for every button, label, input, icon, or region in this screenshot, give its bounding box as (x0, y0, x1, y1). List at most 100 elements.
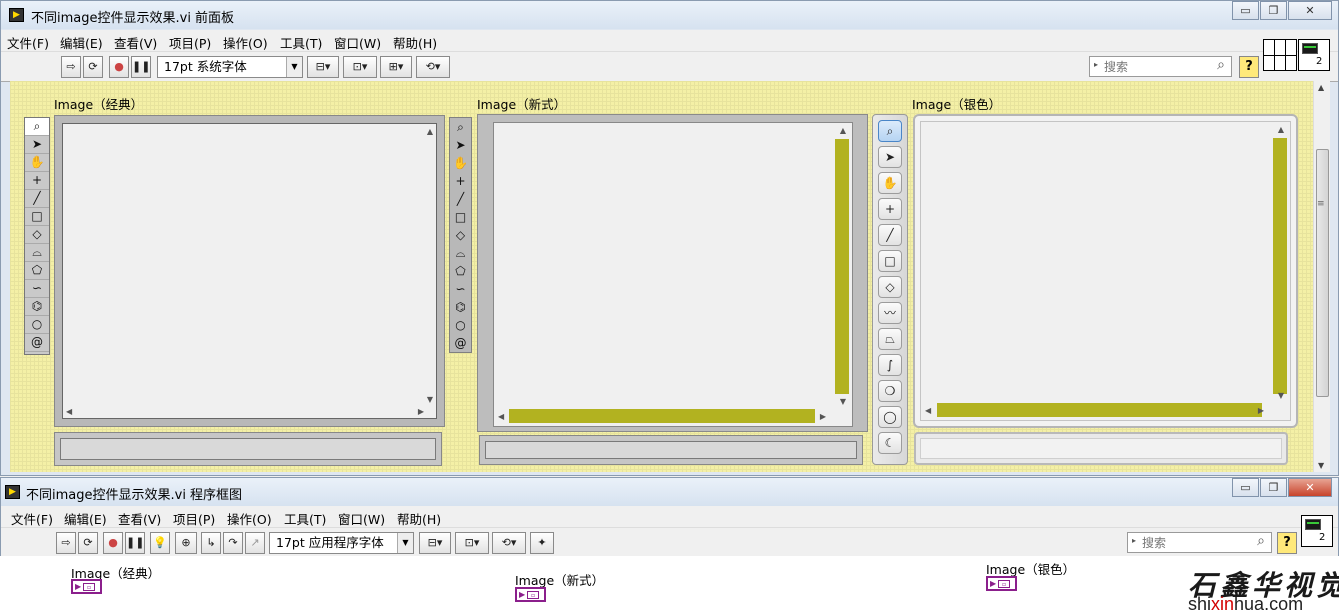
pause-icon[interactable]: ❚❚ (131, 56, 151, 78)
polyline-icon[interactable]: 〰 (878, 302, 902, 324)
pointer-icon[interactable]: ➤ (25, 136, 49, 154)
freehand-line-icon[interactable]: ∫ (878, 354, 902, 376)
search-box[interactable]: ▸ ⌕ (1089, 56, 1232, 77)
pan-hand-icon[interactable]: ✋ (25, 154, 49, 172)
scroll-right-icon[interactable]: ▶ (1258, 406, 1264, 415)
pan-hand-icon[interactable]: ✋ (450, 154, 471, 172)
front-panel-vertical-scrollbar[interactable]: ▲ ≡ ▼ (1313, 81, 1330, 472)
menu-operate[interactable]: 操作(O) (223, 33, 268, 52)
block-diagram-canvas[interactable]: Image（经典） ▶ ▫ Image（新式） ▶ ▫ Image（银色） ▶ … (0, 556, 1339, 616)
menu-file[interactable]: 文件(F) (11, 509, 53, 528)
distribute-objects-icon[interactable]: ⊡▾ (343, 56, 377, 78)
help-button[interactable]: ? (1239, 56, 1259, 78)
menu-edit[interactable]: 编辑(E) (60, 33, 103, 52)
scroll-up-icon[interactable]: ▲ (1318, 83, 1324, 92)
crosshair-icon[interactable]: + (878, 198, 902, 220)
search-icon[interactable]: ⌕ (1257, 533, 1265, 549)
image-classic-terminal[interactable]: ▶ ▫ (71, 579, 102, 594)
resize-objects-icon[interactable]: ⊞▾ (380, 56, 412, 78)
menu-window[interactable]: 窗口(W) (334, 33, 381, 52)
minimize-button[interactable]: ▭ (1232, 478, 1259, 497)
front-panel-titlebar[interactable]: ▶ 不同image控件显示效果.vi 前面板 ▭ ❐ ✕ (1, 1, 1338, 29)
align-objects-icon[interactable]: ⊟▾ (419, 532, 451, 554)
freehand-icon[interactable]: ∽ (450, 280, 471, 298)
crosshair-icon[interactable]: + (25, 172, 49, 190)
scroll-down-icon[interactable]: ▼ (840, 397, 846, 406)
menu-help[interactable]: 帮助(H) (397, 509, 441, 528)
broken-line-icon[interactable]: ⌬ (450, 298, 471, 316)
image-modern-display[interactable]: ▲ ▼ ◀ ▶ (477, 114, 868, 432)
oval-icon[interactable]: ◯ (878, 406, 902, 428)
menu-project[interactable]: 项目(P) (173, 509, 215, 528)
help-button[interactable]: ? (1277, 532, 1297, 554)
font-selector[interactable]: 17pt 应用程序字体 ▼ (269, 532, 414, 554)
run-arrow-icon[interactable]: ⇨ (61, 56, 81, 78)
menu-view[interactable]: 查看(V) (114, 33, 157, 52)
connector-pane-icon[interactable] (1263, 39, 1297, 71)
scroll-left-icon[interactable]: ◀ (925, 406, 931, 415)
menu-tools[interactable]: 工具(T) (280, 33, 322, 52)
annulus-icon[interactable]: ⌓ (25, 244, 49, 262)
rotated-rect-icon[interactable]: ◇ (25, 226, 49, 244)
vi-icon[interactable]: 2 (1301, 515, 1333, 547)
image-classic-display[interactable]: ▲ ▼ ◀ ▶ (54, 115, 445, 427)
menu-project[interactable]: 项目(P) (169, 33, 211, 52)
oval-icon[interactable]: ○ (450, 316, 471, 334)
run-continuously-icon[interactable]: ⟳ (78, 532, 98, 554)
reorder-icon[interactable]: ⟲▾ (492, 532, 526, 554)
menu-window[interactable]: 窗口(W) (338, 509, 385, 528)
run-arrow-icon[interactable]: ⇨ (56, 532, 76, 554)
scroll-right-icon[interactable]: ▶ (418, 407, 424, 416)
image-modern-terminal[interactable]: ▶ ▫ (515, 587, 546, 602)
search-box[interactable]: ▸ ⌕ (1127, 532, 1272, 553)
scroll-left-icon[interactable]: ◀ (66, 407, 72, 416)
rectangle-icon[interactable]: □ (450, 208, 471, 226)
rotated-rect-icon[interactable]: ◇ (450, 226, 471, 244)
scroll-up-icon[interactable]: ▲ (840, 126, 846, 135)
spiral-icon[interactable]: @ (25, 334, 49, 352)
block-diagram-titlebar[interactable]: ▶ 不同image控件显示效果.vi 程序框图 ▭ ❐ ✕ (1, 478, 1338, 506)
vertical-scrollbar[interactable] (835, 139, 849, 394)
front-panel-canvas[interactable]: Image（经典） ⌕ ➤ ✋ + ╱ □ ◇ ⌓ ⬠ ∽ ⌬ ○ @ ▲ ▼ … (10, 81, 1313, 472)
menu-help[interactable]: 帮助(H) (393, 33, 437, 52)
scroll-thumb[interactable] (1316, 149, 1329, 397)
scroll-down-icon[interactable]: ▼ (1278, 391, 1284, 400)
zoom-icon[interactable]: ⌕ (450, 118, 471, 136)
annulus-icon[interactable]: ☾ (878, 432, 902, 454)
menu-file[interactable]: 文件(F) (7, 33, 49, 52)
minimize-button[interactable]: ▭ (1232, 1, 1259, 20)
pointer-icon[interactable]: ➤ (450, 136, 471, 154)
align-objects-icon[interactable]: ⊟▾ (307, 56, 339, 78)
rotated-rect-icon[interactable]: ◇ (878, 276, 902, 298)
image-silver-display[interactable]: ▲ ▼ ◀ ▶ (913, 114, 1298, 428)
freehand-icon[interactable]: ∽ (25, 280, 49, 298)
maximize-button[interactable]: ❐ (1260, 478, 1287, 497)
annulus-icon[interactable]: ⌓ (450, 244, 471, 262)
polygon-icon[interactable]: ⬠ (450, 262, 471, 280)
horizontal-scrollbar[interactable] (509, 409, 815, 423)
image-silver-terminal[interactable]: ▶ ▫ (986, 576, 1017, 591)
horizontal-scrollbar[interactable] (937, 403, 1262, 417)
zoom-icon[interactable]: ⌕ (878, 120, 902, 142)
menu-edit[interactable]: 编辑(E) (64, 509, 107, 528)
image-modern-canvas[interactable]: ▲ ▼ ◀ ▶ (493, 122, 853, 427)
line-icon[interactable]: ╱ (450, 190, 471, 208)
abort-icon[interactable]: ● (103, 532, 123, 554)
image-classic-canvas[interactable]: ▲ ▼ ◀ ▶ (62, 123, 437, 419)
menu-tools[interactable]: 工具(T) (284, 509, 326, 528)
retain-wire-values-icon[interactable]: ⊕ (175, 532, 197, 554)
line-icon[interactable]: ╱ (25, 190, 49, 208)
clean-up-diagram-icon[interactable]: ✦ (530, 532, 554, 554)
scroll-up-icon[interactable]: ▲ (1278, 125, 1284, 134)
broken-line-icon[interactable]: ⌬ (25, 298, 49, 316)
search-input[interactable] (1104, 58, 1204, 75)
pan-hand-icon[interactable]: ✋ (878, 172, 902, 194)
oval-icon[interactable]: ○ (25, 316, 49, 334)
polygon-icon[interactable]: ⬠ (25, 262, 49, 280)
scroll-down-icon[interactable]: ▼ (1318, 461, 1324, 470)
spiral-icon[interactable]: @ (450, 334, 471, 352)
pause-icon[interactable]: ❚❚ (125, 532, 145, 554)
abort-icon[interactable]: ● (109, 56, 129, 78)
maximize-button[interactable]: ❐ (1260, 1, 1287, 20)
crosshair-icon[interactable]: + (450, 172, 471, 190)
